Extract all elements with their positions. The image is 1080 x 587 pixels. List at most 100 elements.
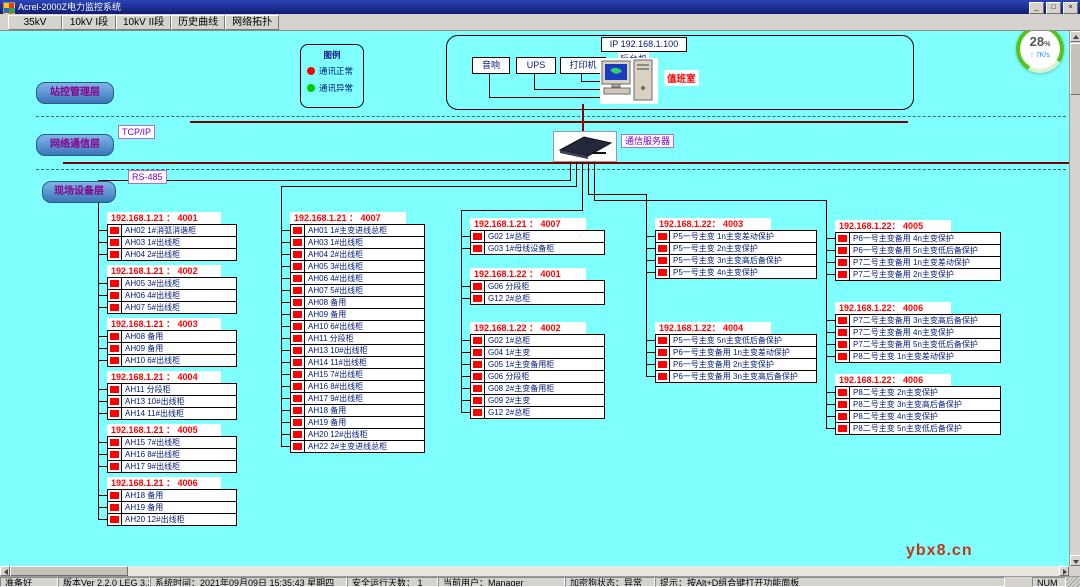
device-item[interactable]: G12 2#总柜 <box>470 406 605 419</box>
memory-percent: 28 <box>1030 34 1044 49</box>
device-item-label: AH04 2#出线柜 <box>304 249 363 260</box>
vertical-scroll-thumb[interactable] <box>1070 43 1080 95</box>
ethernet-bus-line <box>190 121 908 123</box>
comm-server-icon <box>553 131 617 162</box>
scroll-up-button[interactable] <box>1070 31 1080 42</box>
tab-history-curve[interactable]: 历史曲线 <box>171 15 225 30</box>
horizontal-scroll-thumb[interactable] <box>10 566 128 576</box>
device-item[interactable]: AH20 12#出线柜 <box>107 513 237 526</box>
minimize-button[interactable]: _ <box>1029 2 1044 14</box>
device-item-label: AH13 10#出线柜 <box>304 345 368 356</box>
window-title: Acrel-2000Z电力监控系统 <box>18 2 121 12</box>
device-group-address: 192.168.1.21 ： 4001 <box>107 212 221 224</box>
device-item-label: AH14 11#出线柜 <box>121 408 184 419</box>
device-item[interactable]: AH14 11#出线柜 <box>107 407 237 420</box>
device-item-label: P7二号主变备用 5n主变低后备保护 <box>849 339 978 350</box>
device-item[interactable]: AH22 2#主变进线总柜 <box>290 440 425 453</box>
scroll-down-icon <box>1073 560 1079 564</box>
device-item-label: P6一号主变备用 5n主变低后备保护 <box>849 245 978 256</box>
device-item-label: G02 1#总柜 <box>484 231 530 242</box>
comm-status-indicator <box>838 271 847 278</box>
stub-line <box>461 352 470 353</box>
device-item[interactable]: G03 1#母线设备柜 <box>470 242 605 255</box>
tab-10kv-section1[interactable]: 10kV I段 <box>62 15 116 30</box>
device-item-label: P8二号主变 3n主变高后备保护 <box>849 399 962 410</box>
comm-status-indicator <box>838 353 847 360</box>
device-item[interactable]: G12 2#总柜 <box>470 292 605 305</box>
stub-line <box>461 286 470 287</box>
layer-field-device: 现场设备层 <box>42 181 116 203</box>
device-item[interactable]: P5一号主变 4n主变保护 <box>655 266 817 279</box>
comm-status-indicator <box>838 401 847 408</box>
device-group-address: 192.168.1.21 ： 4007 <box>470 218 586 230</box>
stub-line <box>98 295 107 296</box>
comm-status-indicator <box>473 233 482 240</box>
device-item[interactable]: AH17 9#出线柜 <box>107 460 237 473</box>
comm-status-indicator <box>110 333 119 340</box>
device-item-label: P8二号主变 5n主变低后备保护 <box>849 423 962 434</box>
comm-status-indicator <box>838 259 847 266</box>
stub-line <box>826 238 835 239</box>
comm-status-indicator <box>293 227 302 234</box>
stub-line <box>461 400 470 401</box>
device-item-label: P6一号主变备用 2n主变保护 <box>669 359 774 370</box>
scroll-right-icon <box>1063 569 1067 575</box>
comm-status-indicator <box>293 371 302 378</box>
maximize-button[interactable]: □ <box>1046 2 1061 14</box>
stub-line <box>281 278 290 279</box>
stub-line <box>98 466 107 467</box>
legend-label-abnormal: 通讯异常 <box>319 82 353 94</box>
vertical-scrollbar[interactable] <box>1069 31 1080 566</box>
device-item-label: G08 2#主变备用柜 <box>484 383 554 394</box>
stub-line <box>461 364 470 365</box>
tab-35kv[interactable]: 35kV <box>8 15 62 30</box>
scroll-down-button[interactable] <box>1070 555 1080 566</box>
device-group-address: 192.168.1.22： 4003 <box>655 218 771 230</box>
device-item-label: P5一号主变 5n主变低后备保护 <box>669 335 782 346</box>
comm-status-indicator <box>110 504 119 511</box>
audio-device-box: 音响 <box>472 57 510 74</box>
stub-line <box>281 350 290 351</box>
comm-status-indicator <box>110 516 119 523</box>
device-item-label: AH18 备用 <box>121 490 163 501</box>
device-item-label: AH15 7#出线柜 <box>304 369 363 380</box>
comm-status-indicator <box>658 257 667 264</box>
stub-line <box>281 242 290 243</box>
comm-status-indicator <box>110 280 119 287</box>
stub-line <box>646 352 655 353</box>
device-item[interactable]: P6一号主变备用 3n主变高后备保护 <box>655 370 817 383</box>
device-item[interactable]: P8二号主变 1n主变差动保护 <box>835 350 1001 363</box>
device-item-label: P5一号主变 4n主变保护 <box>669 267 758 278</box>
device-item[interactable]: AH10 6#出线柜 <box>107 354 237 367</box>
stub-line <box>98 389 107 390</box>
stub-line <box>826 320 835 321</box>
device-item[interactable]: AH07 5#出线柜 <box>107 301 237 314</box>
stub-line <box>98 507 107 508</box>
device-group-address: 192.168.1.21 ： 4003 <box>107 318 221 330</box>
device-item-label: AH20 12#出线柜 <box>121 514 185 525</box>
comm-status-indicator <box>110 239 119 246</box>
comm-status-indicator <box>293 335 302 342</box>
close-button[interactable]: × <box>1063 2 1078 14</box>
scroll-right-button[interactable] <box>1059 566 1069 576</box>
column-spine-line <box>826 200 827 428</box>
stub-line <box>281 362 290 363</box>
tab-bar: 35kV 10kV I段 10kV II段 历史曲线 网络拓扑 <box>0 14 1080 31</box>
tab-10kv-section2[interactable]: 10kV II段 <box>116 15 171 30</box>
tab-network-topology[interactable]: 网络拓扑 <box>225 15 279 30</box>
route-line <box>98 180 571 181</box>
device-item[interactable]: P7二号主变备用 2n主变保护 <box>835 268 1001 281</box>
layer-station-control: 站控管理层 <box>36 82 114 104</box>
device-item[interactable]: P8二号主变 5n主变低后备保护 <box>835 422 1001 435</box>
horizontal-scrollbar[interactable] <box>0 566 1069 576</box>
comm-status-indicator <box>838 341 847 348</box>
device-item-label: AH08 备用 <box>121 331 163 342</box>
watermark: ybx8.cn <box>906 542 973 560</box>
ups-device-box: UPS <box>516 57 556 74</box>
comm-status-indicator <box>838 235 847 242</box>
system-monitor-ball[interactable]: 28% ↑ 7K/s <box>1016 25 1064 73</box>
comm-status-indicator <box>838 247 847 254</box>
device-item[interactable]: AH04 2#出线柜 <box>107 248 237 261</box>
scroll-left-button[interactable] <box>0 566 10 576</box>
stub-line <box>281 422 290 423</box>
